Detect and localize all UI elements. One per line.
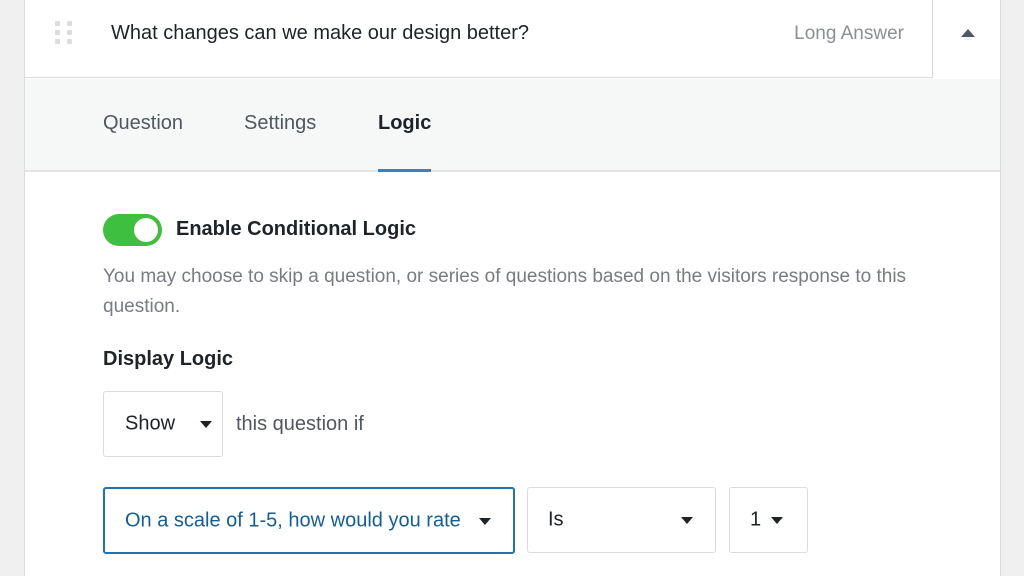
question-header: What changes can we make our design bett… [25, 0, 1000, 78]
this-question-if-text: this question if [236, 413, 364, 435]
display-logic-heading: Display Logic [103, 348, 234, 370]
condition-question-select[interactable]: On a scale of 1-5, how would you rate [103, 487, 515, 554]
tab-logic[interactable]: Logic [378, 112, 432, 172]
question-title: What changes can we make our design bett… [111, 22, 530, 44]
chevron-down-icon [771, 517, 783, 524]
toggle-label: Enable Conditional Logic [176, 218, 416, 240]
condition-operator-value: Is [548, 508, 564, 531]
drag-handle-icon[interactable] [55, 21, 73, 47]
show-hide-value: Show [125, 412, 176, 435]
condition-question-value: On a scale of 1-5, how would you rate [125, 509, 461, 531]
condition-operator-select[interactable]: Is [527, 487, 716, 553]
toggle-knob [134, 218, 158, 242]
question-type-label: Long Answer [794, 23, 904, 44]
show-hide-select[interactable]: Show [103, 391, 223, 457]
logic-description: You may choose to skip a question, or se… [103, 266, 907, 317]
tab-settings[interactable]: Settings [244, 112, 316, 170]
condition-value-select[interactable]: 1 [729, 487, 808, 553]
tab-bar: Question Settings Logic [25, 79, 1000, 172]
caret-up-icon [961, 29, 975, 37]
conditional-logic-toggle[interactable] [103, 214, 162, 246]
question-card: What changes can we make our design bett… [24, 0, 1001, 576]
tab-question[interactable]: Question [103, 112, 183, 170]
chevron-down-icon [681, 517, 693, 524]
chevron-down-icon [200, 421, 212, 428]
collapse-button[interactable] [932, 0, 1000, 78]
condition-value: 1 [750, 508, 762, 531]
chevron-down-icon [479, 517, 491, 525]
